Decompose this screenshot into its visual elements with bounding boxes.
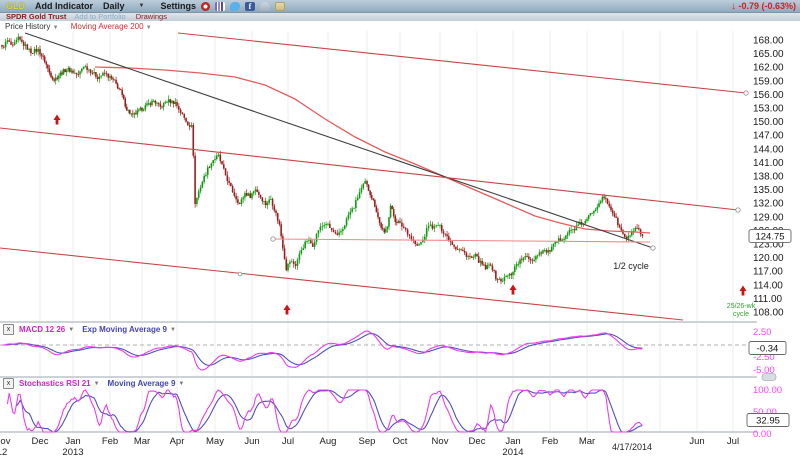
chevron-down-icon[interactable]: ▼ — [170, 327, 176, 333]
month-label: Mar — [134, 436, 150, 447]
month-label: May — [206, 436, 224, 447]
month-label: Apr — [170, 436, 185, 447]
month-label: Mar — [579, 436, 595, 447]
svg-text:159.00: 159.00 — [753, 76, 784, 87]
month-label: Nov — [432, 436, 449, 447]
svg-text:2014: 2014 — [502, 447, 523, 458]
month-label: Aug — [320, 436, 337, 447]
svg-text:-0.34: -0.34 — [757, 344, 779, 355]
svg-text:117.00: 117.00 — [753, 267, 783, 278]
up-arrow-annotation — [284, 305, 291, 315]
month-label: Jun — [244, 436, 259, 447]
month-label: Feb — [542, 436, 558, 447]
up-arrow-annotation — [510, 285, 517, 295]
svg-text:108.00: 108.00 — [753, 307, 784, 318]
svg-text:2013: 2013 — [62, 447, 83, 458]
chart-annotation: 1/2 cycle — [613, 261, 649, 271]
svg-text:111.00: 111.00 — [753, 294, 783, 305]
svg-text:2.50: 2.50 — [753, 327, 772, 338]
month-label: Jan — [505, 436, 520, 447]
chevron-down-icon[interactable]: ▼ — [146, 25, 152, 31]
svg-text:165.00: 165.00 — [753, 49, 784, 60]
downtrend-line — [25, 33, 653, 248]
chevron-down-icon[interactable]: ▼ — [53, 25, 59, 31]
svg-text:147.00: 147.00 — [753, 131, 784, 142]
svg-text:135.00: 135.00 — [753, 185, 784, 196]
svg-text:162.00: 162.00 — [753, 63, 784, 74]
month-label: Oct — [393, 436, 408, 447]
stoch-label-dropdown[interactable]: Stochastics RSI 21 — [19, 379, 91, 388]
svg-text:0.00: 0.00 — [753, 429, 772, 440]
chart-header: Price History ▼ Moving Average 200 ▼ — [5, 22, 152, 31]
up-arrow-annotation — [740, 286, 747, 296]
chart-annotation: cycle — [733, 311, 749, 318]
stoch-ma-dropdown[interactable]: Moving Average 9 — [108, 379, 176, 388]
svg-text:120.00: 120.00 — [753, 253, 784, 264]
svg-text:138.00: 138.00 — [753, 171, 784, 182]
month-label: Jul — [282, 436, 294, 447]
month-label: Nov — [0, 436, 11, 447]
up-arrow-annotation — [54, 115, 61, 125]
stoch-panel-header: x Stochastics RSI 21 ▼ Moving Average 9 … — [3, 378, 184, 389]
svg-text:156.00: 156.00 — [753, 90, 784, 101]
chevron-down-icon[interactable]: ▼ — [68, 327, 74, 333]
price-history-dropdown[interactable]: Price History — [5, 22, 50, 31]
close-icon[interactable]: x — [3, 324, 14, 335]
svg-text:153.00: 153.00 — [753, 103, 784, 114]
macd-label-dropdown[interactable]: MACD 12 26 — [19, 325, 65, 334]
svg-text:32.95: 32.95 — [756, 416, 780, 427]
month-label: Dec — [32, 436, 49, 447]
month-label: Dec — [469, 436, 486, 447]
svg-text:12: 12 — [0, 447, 7, 458]
support-line — [273, 239, 650, 242]
chevron-down-icon[interactable]: ▼ — [94, 381, 100, 387]
month-label: Jan — [65, 436, 80, 447]
svg-text:124.75: 124.75 — [755, 232, 784, 243]
svg-text:132.00: 132.00 — [753, 199, 784, 210]
month-label: Sep — [359, 436, 376, 447]
svg-text:141.00: 141.00 — [753, 158, 784, 169]
svg-text:129.00: 129.00 — [753, 212, 784, 223]
svg-text:168.00: 168.00 — [753, 36, 784, 47]
macd-panel-header: x MACD 12 26 ▼ Exp Moving Average 9 ▼ — [3, 324, 176, 335]
svg-text:100.00: 100.00 — [753, 385, 782, 396]
current-date-label: 4/17/2014 — [612, 442, 652, 452]
svg-text:-5.00: -5.00 — [753, 365, 775, 376]
chevron-down-icon[interactable]: ▼ — [178, 381, 184, 387]
chart-annotation: 25/26-wk — [727, 303, 756, 310]
chart-canvas[interactable]: 1/2 cycle 25/26-wkcycle 168.00 165.00 162.00… — [0, 0, 800, 461]
svg-text:114.00: 114.00 — [753, 280, 783, 291]
macd-signal-dropdown[interactable]: Exp Moving Average 9 — [82, 325, 167, 334]
month-label: Jun — [689, 436, 704, 447]
svg-text:150.00: 150.00 — [753, 117, 784, 128]
channel-middle — [0, 128, 738, 210]
charting-app: GLD Add Indicator Daily ▼ Settings f ↓ -… — [0, 0, 800, 461]
svg-text:144.00: 144.00 — [753, 144, 784, 155]
ma200-dropdown[interactable]: Moving Average 200 — [71, 22, 144, 31]
month-label: Jul — [727, 436, 739, 447]
channel-lower — [0, 248, 683, 320]
close-icon[interactable]: x — [3, 378, 14, 389]
month-label: Feb — [102, 436, 118, 447]
